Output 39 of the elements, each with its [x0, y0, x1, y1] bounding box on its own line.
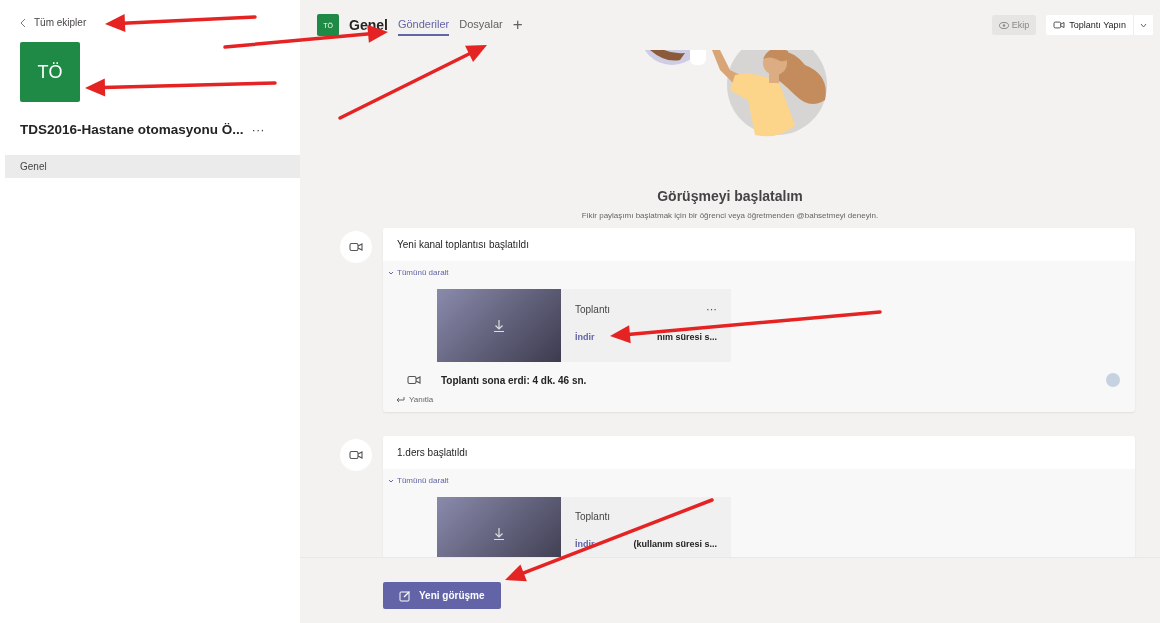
new-conversation-button[interactable]: Yeni görüşme — [383, 582, 501, 609]
recording-card[interactable]: Toplantı ··· İndir nım süresi s... — [437, 289, 731, 362]
back-icon[interactable] — [20, 17, 26, 28]
welcome-title: Görüşmeyi başlatalım — [656, 188, 804, 204]
reply-button[interactable]: Yanıtla — [396, 395, 434, 404]
camera-icon — [407, 374, 421, 386]
recording-title: Toplantı — [575, 303, 611, 315]
caret-icon — [388, 270, 394, 275]
avatar-icon — [1106, 373, 1120, 387]
camera-icon — [1053, 20, 1066, 30]
post-title: Yeni kanal toplantısı başlatıldı — [383, 228, 1135, 261]
collapse-link[interactable]: Tümünü daralt — [388, 268, 449, 277]
team-avatar: TÖ — [20, 42, 80, 102]
meeting-ended-text: Toplantı sona erdi: 4 dk. 46 sn. — [441, 374, 588, 386]
more-button[interactable]: ··· — [706, 303, 717, 315]
welcome-subtitle: Fikir paylaşımı başlatmak için bir öğrenci veya öğretmenden @bahsetmeyi deneyin. — [580, 211, 880, 220]
add-tab-button[interactable]: + — [512, 15, 523, 35]
download-icon — [494, 527, 504, 540]
tab[interactable]: Gönderiler — [397, 14, 450, 36]
caret-icon — [388, 478, 394, 483]
camera-icon — [349, 449, 363, 461]
more-button[interactable]: ··· — [251, 122, 265, 137]
download-link[interactable]: İndir — [575, 332, 595, 342]
edit-icon — [399, 589, 411, 602]
recording-detail: nım süresi s... — [656, 332, 717, 342]
post-title: 1.ders başlatıldı — [383, 436, 1135, 469]
camera-icon — [349, 241, 363, 253]
eye-icon — [998, 21, 1009, 29]
meet-button[interactable]: Toplantı Yapın — [1046, 15, 1133, 35]
back-link[interactable]: Tüm ekipler — [34, 17, 87, 28]
download-icon — [494, 319, 504, 332]
chevron-down-icon — [1140, 22, 1147, 28]
recording-title: Toplantı — [575, 511, 611, 522]
channel-item[interactable]: Genel — [5, 155, 300, 178]
tab[interactable]: Dosyalar — [459, 14, 503, 36]
reply-arrow-icon — [396, 396, 405, 403]
collapse-link[interactable]: Tümünü daralt — [388, 476, 449, 485]
recording-detail: (kullanım süresi s... — [633, 539, 717, 549]
team-name: TDS2016-Hastane otomasyonu Ö... — [20, 122, 244, 137]
